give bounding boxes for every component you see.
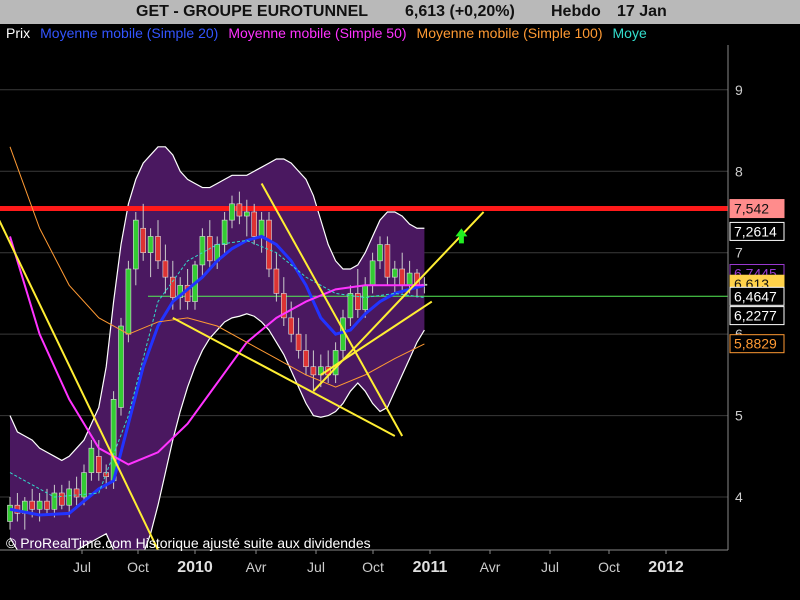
x-tick-label: 2011 [413, 559, 448, 576]
candle-body [44, 500, 50, 510]
x-tick-label: Jul [541, 559, 559, 575]
y-tick-label: 9 [735, 82, 743, 98]
copyright-note: © ProRealTime.com Historique ajusté suit… [6, 535, 371, 551]
candle-body [58, 492, 65, 506]
candle-body [140, 227, 146, 254]
candle-body [147, 236, 154, 254]
price-label: 7,2614 [734, 223, 777, 239]
candle-body [258, 219, 265, 237]
price-label: 6,4647 [734, 288, 777, 304]
candle-body [81, 472, 87, 498]
candle [125, 260, 132, 343]
price-chart[interactable]: 4567897,5427,26146,74456,6136,46476,2277… [0, 0, 800, 600]
candle-body [347, 293, 354, 319]
candle-body [29, 500, 36, 510]
candle-body [295, 333, 302, 351]
price-label: 7,542 [734, 201, 769, 217]
x-tick-label: 2012 [648, 559, 684, 576]
x-tick-label: 2010 [177, 559, 213, 576]
candle-body [303, 350, 309, 368]
candle-body [73, 488, 80, 498]
candle-body [384, 244, 391, 278]
price-label: 5,8829 [734, 336, 777, 352]
price-label: 6,2277 [734, 308, 777, 324]
candle [266, 211, 272, 278]
candle-body [236, 203, 243, 217]
candle-body [266, 219, 272, 270]
y-tick-label: 8 [735, 163, 743, 179]
candle-body [51, 492, 58, 510]
x-tick-label: Jul [73, 559, 91, 575]
candle-body [251, 211, 257, 237]
candle-body [369, 260, 376, 286]
candle-body [273, 268, 280, 294]
plot-area [0, 89, 728, 550]
candle-body [244, 211, 250, 217]
candle-body [7, 504, 13, 522]
candle-body [377, 244, 383, 262]
candle-body [36, 500, 43, 510]
candle-body [399, 268, 406, 286]
x-tick-label: Oct [362, 559, 384, 575]
candle-body [96, 456, 102, 473]
x-tick-label: Jul [307, 559, 325, 575]
candle-body [162, 260, 169, 278]
candle-body [133, 219, 139, 270]
candle-body [199, 236, 206, 266]
candle-body [66, 488, 72, 506]
candle [118, 317, 124, 416]
candle-body [170, 276, 176, 298]
candle-body [221, 219, 228, 245]
x-tick-label: Avr [246, 559, 267, 575]
candle-body [229, 203, 235, 221]
y-tick-label: 5 [735, 408, 743, 424]
y-tick-label: 4 [735, 489, 743, 505]
x-tick-label: Avr [480, 559, 501, 575]
candle-body [88, 447, 95, 473]
candle-body [391, 268, 398, 278]
candle-body [118, 325, 124, 408]
candle-body [310, 366, 317, 376]
candle-body [155, 236, 161, 262]
candle-body [332, 350, 339, 376]
x-tick-label: Oct [127, 559, 149, 575]
y-tick-label: 7 [735, 245, 743, 261]
candle-body [288, 317, 295, 335]
candle-body [406, 272, 413, 286]
candle-body [354, 293, 361, 311]
candle-body [125, 268, 132, 335]
x-tick-label: Oct [598, 559, 620, 575]
